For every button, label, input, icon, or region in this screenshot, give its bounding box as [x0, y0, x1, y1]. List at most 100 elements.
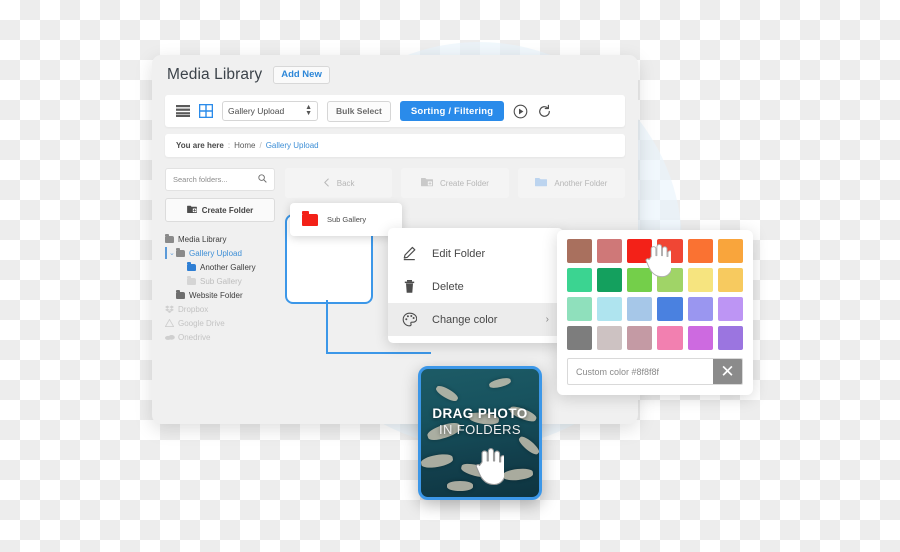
color-swatch[interactable] — [657, 326, 683, 350]
context-menu-item-delete[interactable]: Delete — [388, 270, 563, 303]
color-swatch[interactable] — [597, 297, 623, 321]
color-swatch[interactable] — [687, 326, 713, 350]
another-folder-button[interactable]: Another Folder — [517, 168, 625, 198]
tree-item-website-folder[interactable]: Website Folder — [176, 288, 275, 302]
bulk-select-button[interactable]: Bulk Select — [327, 100, 391, 122]
color-swatch[interactable] — [717, 326, 743, 350]
grid-view-icon[interactable] — [198, 103, 214, 119]
back-button[interactable]: Back — [285, 168, 393, 198]
breadcrumb-current[interactable]: Gallery Upload — [266, 141, 319, 150]
color-swatch[interactable] — [597, 268, 623, 292]
create-folder-button[interactable]: Create Folder — [401, 168, 509, 198]
selected-indicator — [165, 247, 167, 259]
color-swatch[interactable] — [567, 239, 593, 263]
boat-shape — [488, 376, 512, 390]
color-swatch[interactable] — [627, 326, 653, 350]
search-folders-field[interactable]: Search folders... — [165, 168, 275, 191]
drag-connector-vertical — [326, 300, 328, 354]
folder-icon — [187, 261, 196, 271]
dropbox-icon — [165, 305, 174, 313]
tree-item-google-drive[interactable]: Google Drive — [164, 316, 275, 330]
context-menu-item-change-color[interactable]: Change color › — [388, 303, 563, 336]
folder-icon — [176, 247, 185, 257]
tree-item-label: Website Folder — [189, 290, 243, 300]
drag-photo-line1: DRAG PHOTO — [432, 406, 528, 421]
color-swatch[interactable] — [687, 268, 713, 292]
breadcrumb: You are here : Home / Gallery Upload — [165, 134, 625, 157]
tree-item-sub-gallery[interactable]: Sub Gallery — [187, 274, 275, 288]
tree-item-label: Google Drive — [178, 318, 225, 328]
folder-action-label: Another Folder — [554, 178, 608, 188]
custom-color-row: Custom color #8f8f8f ✕ — [567, 358, 743, 385]
color-swatch[interactable] — [687, 297, 713, 321]
folder-action-label: Create Folder — [440, 178, 489, 188]
context-menu-label: Delete — [432, 280, 464, 293]
close-icon[interactable]: ✕ — [713, 359, 742, 384]
folder-plus-icon — [421, 177, 434, 189]
tree-item-label: Gallery Upload — [189, 248, 242, 258]
gallery-select[interactable]: Gallery Upload ▲ ▼ — [222, 101, 318, 121]
create-folder-button[interactable]: Create Folder — [165, 198, 275, 222]
chevron-down-icon[interactable]: ⌄ — [169, 249, 175, 257]
tree-item-another-gallery[interactable]: Another Gallery — [187, 260, 275, 274]
boat-shape — [434, 383, 460, 404]
window-titlebar: Media Library Add New — [152, 55, 638, 95]
chevron-updown-icon: ▲ ▼ — [305, 104, 312, 117]
color-swatch[interactable] — [717, 268, 743, 292]
hand-pointer-icon — [644, 244, 673, 283]
tree-item-gallery-upload[interactable]: ⌄ Gallery Upload — [165, 246, 275, 260]
tree-item-label: Dropbox — [178, 304, 209, 314]
context-menu-label: Change color — [432, 313, 498, 326]
folder-tree: Media Library ⌄ Gallery Upload Another Gall… — [164, 232, 275, 344]
search-placeholder: Search folders... — [173, 175, 228, 184]
breadcrumb-slash: / — [259, 141, 262, 150]
toolbar: Gallery Upload ▲ ▼ Bulk Select Sorting / … — [165, 95, 625, 127]
drag-connector-horizontal — [326, 352, 431, 354]
sub-gallery-label: Sub Gallery — [327, 215, 367, 224]
folder-icon — [176, 289, 185, 299]
tree-item-dropbox[interactable]: Dropbox — [165, 302, 275, 316]
folder-icon — [302, 210, 318, 226]
custom-color-input[interactable]: Custom color #8f8f8f — [568, 359, 713, 384]
list-view-icon[interactable] — [176, 104, 190, 118]
color-swatch[interactable] — [597, 326, 623, 350]
chevron-left-icon — [323, 177, 330, 189]
drag-photo-line2: IN FOLDERS — [438, 422, 521, 437]
folder-action-label: Back — [336, 178, 355, 188]
color-swatch[interactable] — [567, 297, 593, 321]
breadcrumb-home[interactable]: Home — [234, 141, 255, 150]
search-icon[interactable] — [258, 174, 267, 185]
tree-item-onedrive[interactable]: Onedrive — [165, 330, 275, 344]
folder-icon — [187, 275, 196, 285]
context-menu: Edit Folder Delete Change color › — [388, 228, 563, 343]
sub-gallery-drag-card[interactable]: Sub Gallery — [290, 203, 402, 236]
color-swatch[interactable] — [627, 297, 653, 321]
folder-action-buttons: Back Create Folder Another Folder — [285, 168, 625, 198]
folder-icon — [535, 177, 548, 189]
context-menu-item-edit-folder[interactable]: Edit Folder — [388, 237, 563, 270]
drag-photo-text: DRAG PHOTO IN FOLDERS — [421, 406, 539, 437]
refresh-icon[interactable] — [537, 104, 552, 119]
palette-icon — [402, 312, 418, 327]
color-swatch[interactable] — [567, 326, 593, 350]
onedrive-icon — [165, 333, 175, 341]
boat-shape — [502, 467, 534, 482]
sorting-filtering-button[interactable]: Sorting / Filtering — [399, 101, 505, 121]
folder-plus-icon — [186, 205, 197, 215]
color-swatch[interactable] — [717, 239, 743, 263]
color-swatch[interactable] — [597, 239, 623, 263]
tree-item-label: Media Library — [178, 234, 227, 244]
tree-item-label: Another Gallery — [200, 262, 256, 272]
play-circle-icon[interactable] — [513, 104, 528, 119]
breadcrumb-label: You are here — [176, 141, 224, 150]
sidebar: Search folders... Create Folder Media Li… — [164, 168, 275, 344]
color-swatch[interactable] — [567, 268, 593, 292]
color-swatch[interactable] — [717, 297, 743, 321]
gdrive-icon — [164, 318, 175, 327]
create-folder-label: Create Folder — [201, 205, 254, 215]
tree-item-label: Onedrive — [178, 332, 211, 342]
color-swatch[interactable] — [657, 297, 683, 321]
tree-item-media-library[interactable]: Media Library — [165, 232, 275, 246]
color-swatch[interactable] — [687, 239, 713, 263]
add-new-button[interactable]: Add New — [273, 65, 330, 85]
